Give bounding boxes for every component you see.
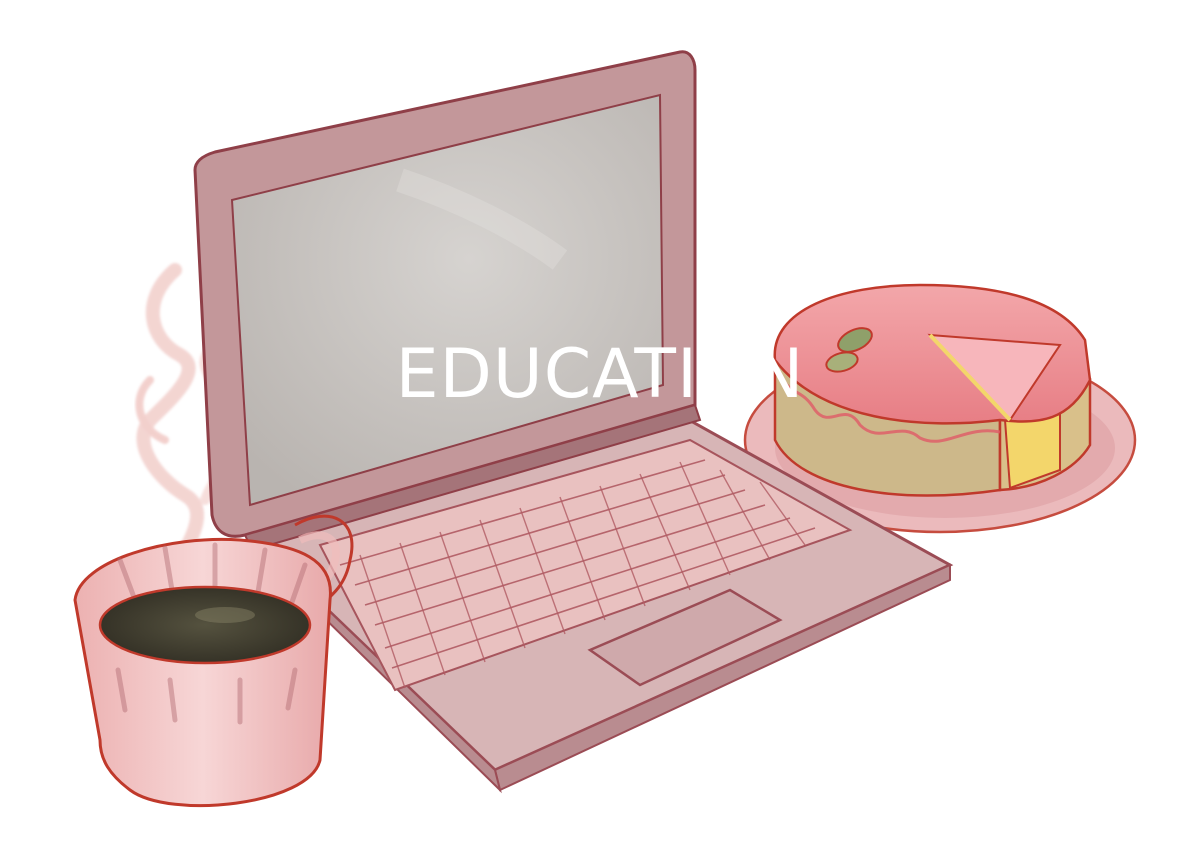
watercolor-illustration <box>73 50 1137 808</box>
page-title: EDUCATION <box>395 335 805 414</box>
education-hero: EDUCATION <box>0 0 1200 850</box>
coffee-surface <box>98 585 312 665</box>
